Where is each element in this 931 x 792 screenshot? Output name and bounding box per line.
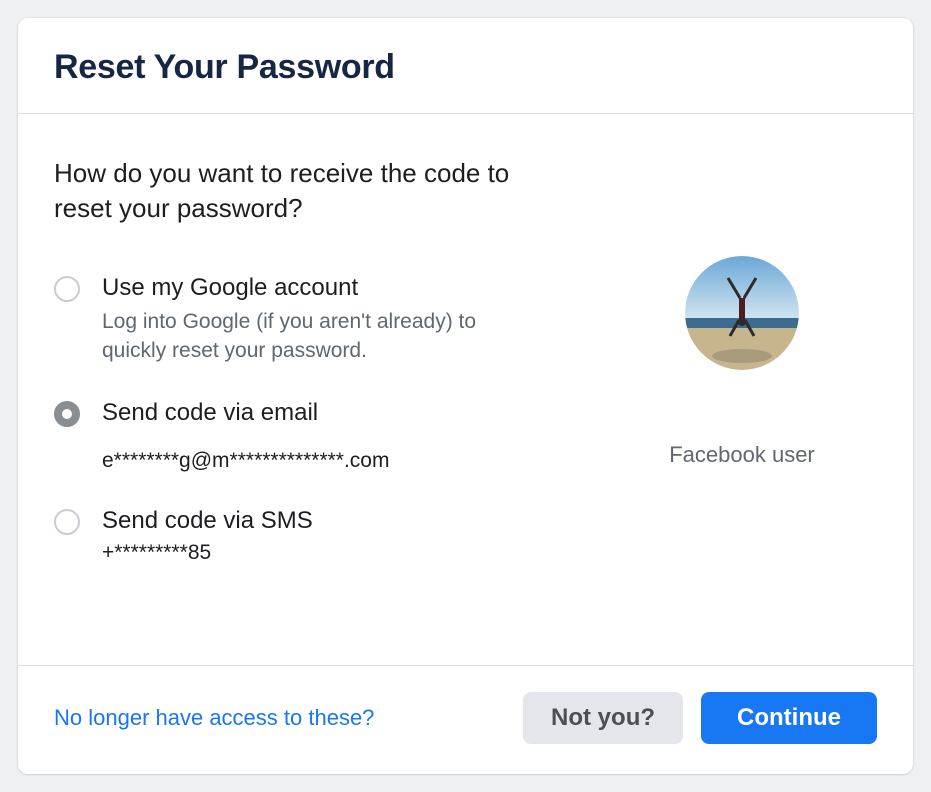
option-google[interactable]: Use my Google account Log into Google (i… — [54, 274, 587, 365]
radio-email[interactable] — [54, 401, 80, 427]
avatar-icon — [685, 256, 799, 370]
prompt-text: How do you want to receive the code to r… — [54, 156, 514, 226]
reset-password-card: Reset Your Password How do you want to r… — [18, 18, 913, 774]
continue-button[interactable]: Continue — [701, 692, 877, 744]
no-access-link[interactable]: No longer have access to these? — [54, 705, 374, 731]
option-email-label: Send code via email — [102, 399, 587, 427]
page-title: Reset Your Password — [54, 48, 877, 87]
radio-sms[interactable] — [54, 509, 80, 535]
option-email[interactable]: Send code via email e********g@m********… — [54, 399, 587, 473]
option-google-desc: Log into Google (if you aren't already) … — [102, 308, 522, 365]
option-sms[interactable]: Send code via SMS +*********85 — [54, 507, 587, 565]
radio-google[interactable] — [54, 276, 80, 302]
user-column: Facebook user — [607, 156, 877, 645]
option-google-text: Use my Google account Log into Google (i… — [102, 274, 587, 365]
footer-buttons: Not you? Continue — [523, 692, 877, 744]
card-header: Reset Your Password — [18, 18, 913, 114]
option-email-text: Send code via email e********g@m********… — [102, 399, 587, 473]
not-you-button[interactable]: Not you? — [523, 692, 683, 744]
option-email-detail: e********g@m**************.com — [102, 449, 587, 473]
options-list: Use my Google account Log into Google (i… — [54, 274, 587, 565]
user-label: Facebook user — [669, 442, 815, 468]
avatar — [685, 256, 799, 370]
option-sms-label: Send code via SMS — [102, 507, 587, 535]
option-google-label: Use my Google account — [102, 274, 587, 302]
card-footer: No longer have access to these? Not you?… — [18, 665, 913, 774]
options-column: How do you want to receive the code to r… — [54, 156, 607, 645]
option-sms-text: Send code via SMS +*********85 — [102, 507, 587, 565]
card-body: How do you want to receive the code to r… — [18, 114, 913, 665]
option-sms-detail: +*********85 — [102, 541, 587, 565]
